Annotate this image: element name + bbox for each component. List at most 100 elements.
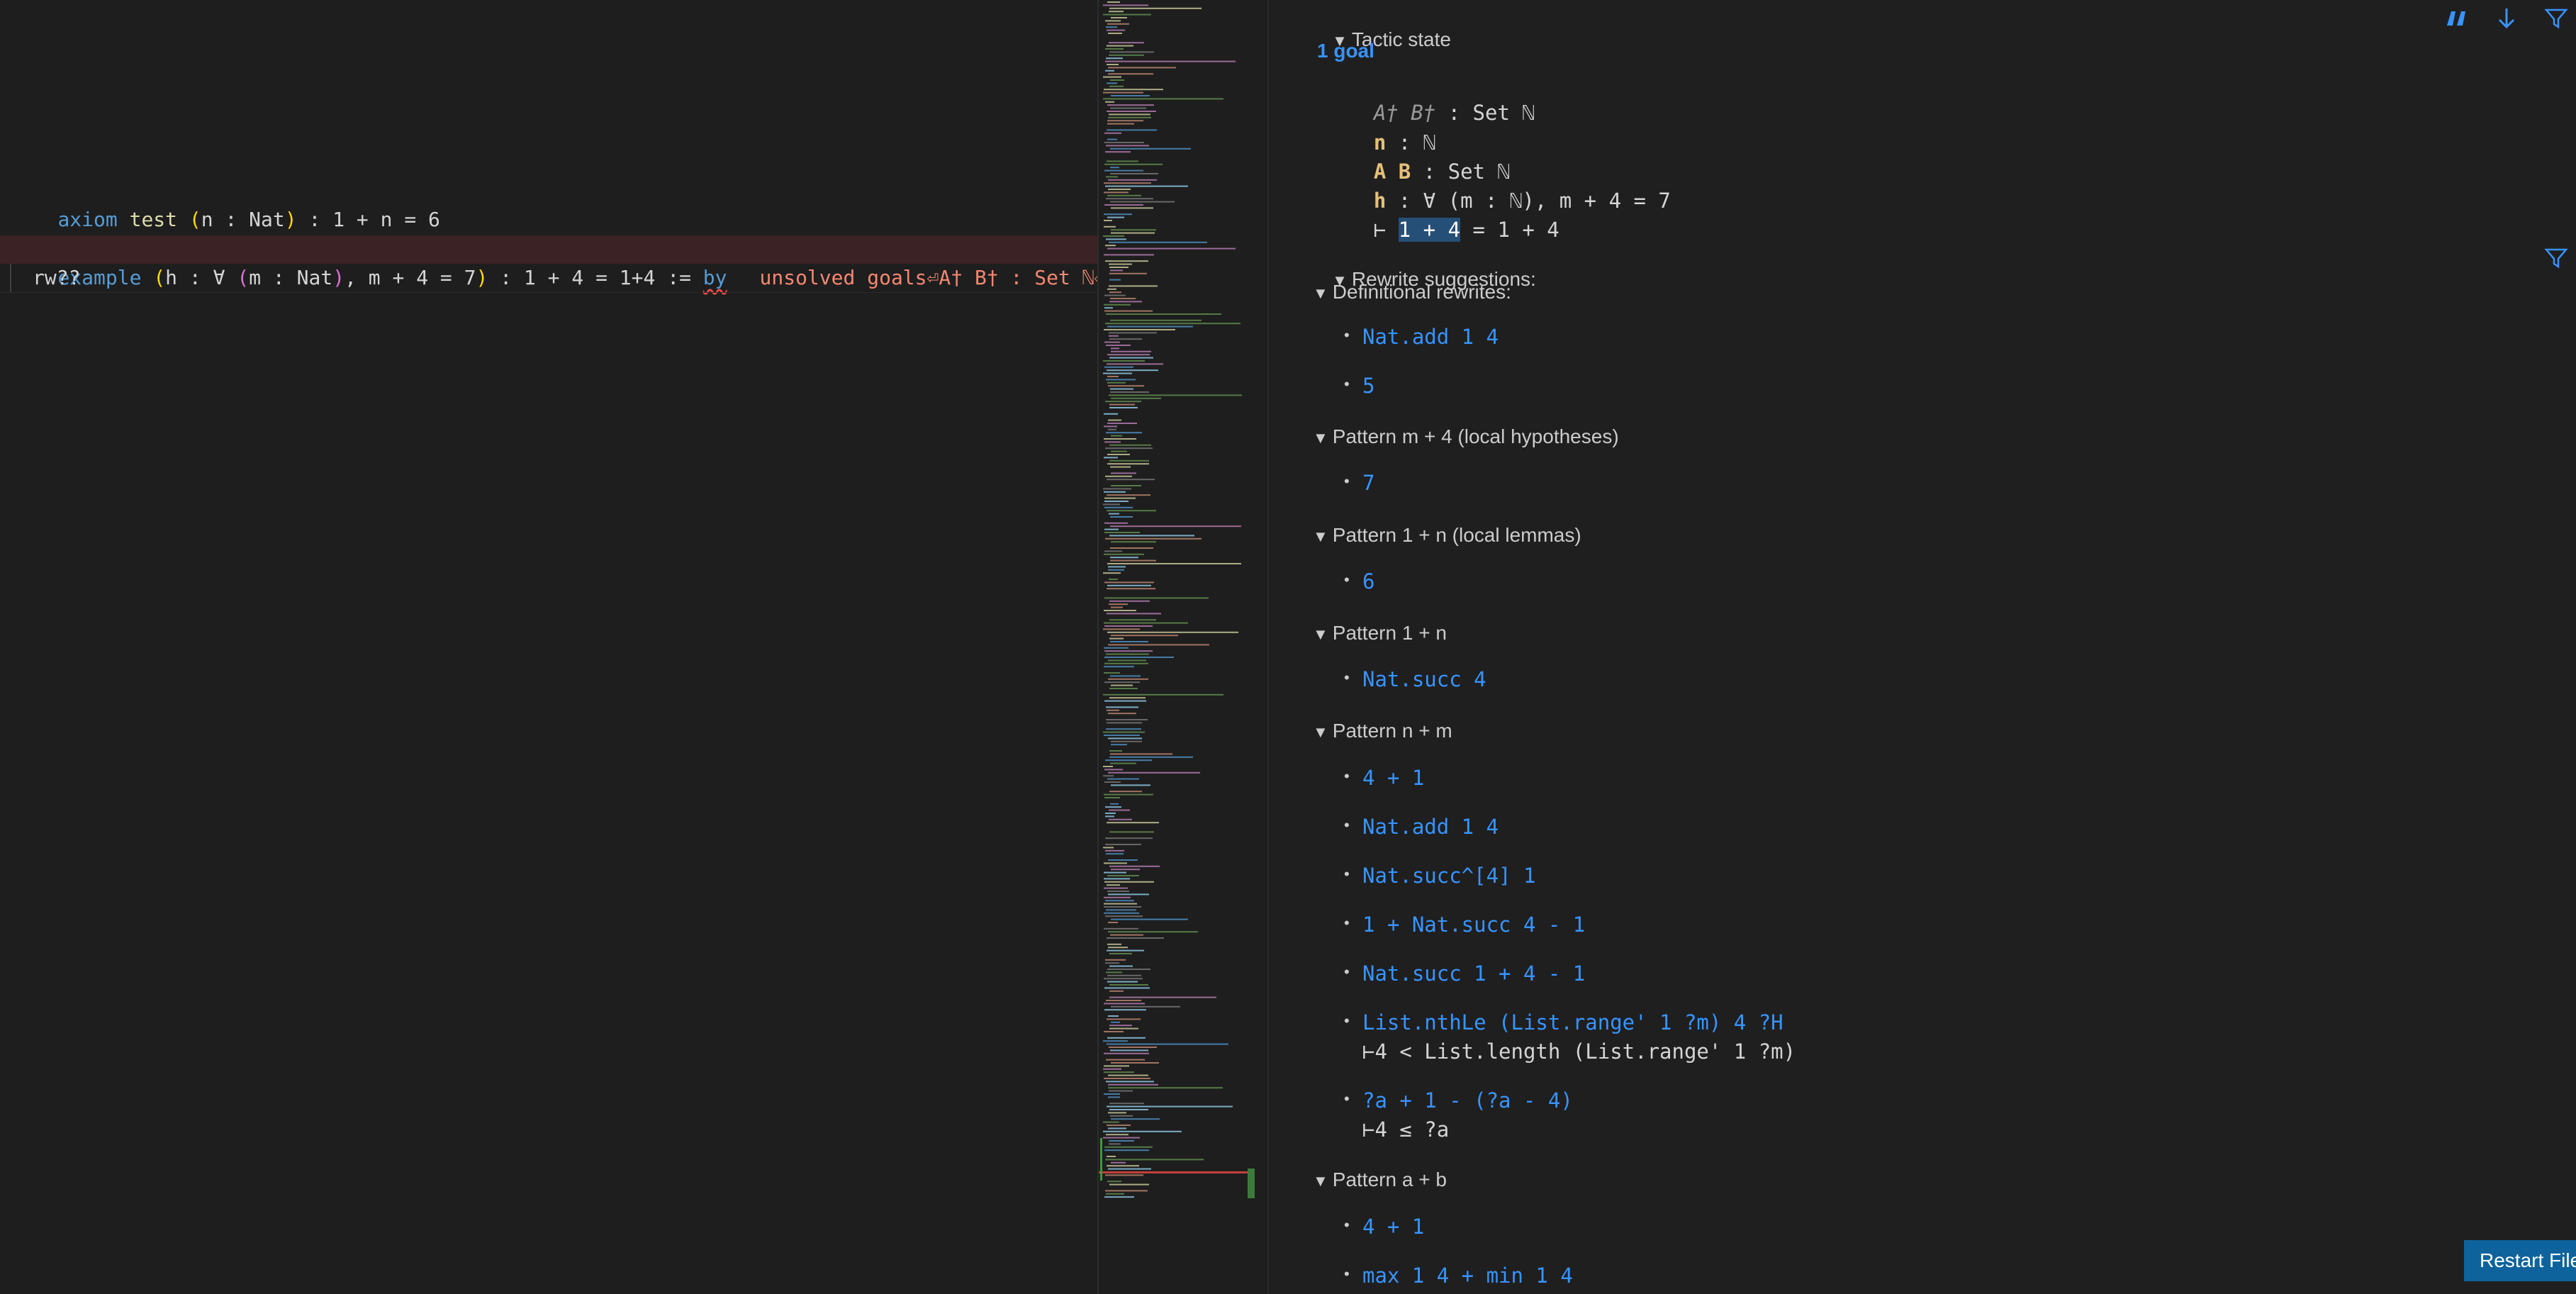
rewrite-suggestion[interactable]: 7 xyxy=(1362,471,1374,495)
minimap-line xyxy=(1105,962,1119,964)
rewrite-suggestion[interactable]: max 1 4 + min 1 4 xyxy=(1362,1264,1573,1288)
rewrite-suggestion[interactable]: Nat.succ 1 + 4 - 1 xyxy=(1362,961,1585,986)
minimap-line xyxy=(1107,1165,1139,1167)
minimap-line xyxy=(1106,313,1221,315)
minimap-line xyxy=(1104,650,1153,652)
minimap-line xyxy=(1104,506,1133,508)
minimap-line xyxy=(1111,1062,1159,1064)
code-line-rw[interactable]: rw?? xyxy=(33,264,80,292)
minimap-line xyxy=(1109,11,1124,13)
minimap-line xyxy=(1104,666,1134,668)
rewrite-suggestion[interactable]: 6 xyxy=(1362,569,1374,593)
minimap-line xyxy=(1104,204,1143,206)
minimap-line xyxy=(1107,884,1120,886)
minimap-line xyxy=(1109,1140,1134,1142)
suggestion-group-header[interactable]: ▼ Pattern 1 + n (local lemmas) xyxy=(1313,524,1581,547)
minimap-line xyxy=(1104,225,1116,228)
minimap-line xyxy=(1108,922,1118,923)
minimap-line xyxy=(1103,1137,1140,1139)
minimap-line xyxy=(1109,1047,1157,1048)
minimap-line xyxy=(1110,107,1146,109)
minimap-line xyxy=(1109,1143,1121,1145)
minimap-line xyxy=(1109,535,1194,537)
minimap-line xyxy=(1104,220,1112,221)
minimap-line xyxy=(1104,528,1119,530)
quote-icon[interactable] xyxy=(2443,4,2471,36)
minimap-line xyxy=(1107,949,1144,952)
suggestion-group-header[interactable]: ▼ Pattern n + m xyxy=(1313,720,1452,742)
minimap-line xyxy=(1108,678,1148,680)
minimap-line xyxy=(1110,79,1124,81)
minimap-line xyxy=(1111,397,1161,399)
suggestion-group-header[interactable]: ▼ Definitional rewrites: xyxy=(1313,281,1511,303)
minimap-line xyxy=(1109,603,1128,606)
minimap-line xyxy=(1108,771,1200,774)
arrow-down-icon[interactable] xyxy=(2492,4,2521,36)
bullet-icon: • xyxy=(1344,865,1350,883)
minimap-line xyxy=(1109,301,1142,303)
minimap-line xyxy=(1109,394,1242,396)
minimap-line xyxy=(1108,1015,1119,1017)
collapse-triangle-icon: ▼ xyxy=(1313,528,1328,545)
selected-subterm[interactable]: 1 + 4 xyxy=(1398,218,1461,242)
minimap-line xyxy=(1106,1081,1154,1083)
code-line-axiom[interactable]: axiom test (n : Nat) : 1 + n = 6 xyxy=(10,177,439,231)
minimap[interactable] xyxy=(1097,0,1269,1294)
rewrite-suggestion[interactable]: ?a + 1 - (?a - 4) xyxy=(1362,1088,1573,1112)
rewrite-suggestion[interactable]: Nat.add 1 4 xyxy=(1362,815,1499,839)
filter-icon[interactable] xyxy=(2542,4,2570,36)
bullet-icon: • xyxy=(1344,669,1350,686)
minimap-line xyxy=(1109,750,1122,752)
minimap-line xyxy=(1107,45,1133,47)
minimap-line xyxy=(1111,472,1136,474)
rewrite-suggestion[interactable]: 4 + 1 xyxy=(1362,1215,1424,1239)
by-keyword[interactable]: by xyxy=(703,266,727,289)
suggestion-group-header[interactable]: ▼ Pattern a + b xyxy=(1313,1168,1447,1191)
rewrite-suggestion[interactable]: Nat.add 1 4 xyxy=(1362,325,1499,349)
minimap-line xyxy=(1103,775,1114,777)
suggestion-group-header[interactable]: ▼ Pattern m + 4 (local hypotheses) xyxy=(1313,425,1619,448)
rewrite-suggestion[interactable]: Nat.succ 4 xyxy=(1362,667,1486,691)
minimap-line xyxy=(1109,984,1148,986)
minimap-canvas xyxy=(1099,1,1255,1198)
minimap-line xyxy=(1108,1087,1223,1089)
minimap-line xyxy=(1109,637,1124,640)
minimap-line xyxy=(1111,541,1156,543)
minimap-line xyxy=(1104,329,1175,330)
minimap-line xyxy=(1110,559,1156,562)
code-editor[interactable]: axiom test (n : Nat) : 1 + n = 6 example… xyxy=(0,0,1097,1294)
suggestion-group-header[interactable]: ▼ Pattern 1 + n xyxy=(1313,622,1447,645)
minimap-line xyxy=(1110,516,1133,518)
minimap-line xyxy=(1104,550,1122,552)
side-goal: ⊢4 ≤ ?a xyxy=(1362,1117,1450,1142)
bullet-icon: • xyxy=(1344,767,1350,785)
rewrite-suggestion[interactable]: 5 xyxy=(1362,374,1374,398)
minimap-line xyxy=(1107,363,1163,365)
rewrite-suggestion[interactable]: 4 + 1 xyxy=(1362,766,1424,790)
restart-file-button[interactable]: Restart File xyxy=(2464,1240,2576,1281)
minimap-line xyxy=(1104,647,1129,649)
minimap-line xyxy=(1111,606,1123,608)
minimap-line xyxy=(1107,82,1117,84)
rewrite-suggestion[interactable]: Nat.succ^[4] 1 xyxy=(1362,864,1535,888)
minimap-line xyxy=(1108,67,1176,69)
minimap-line xyxy=(1111,684,1133,686)
minimap-line xyxy=(1105,475,1132,477)
minimap-line xyxy=(1104,681,1140,684)
rewrite-suggestion[interactable]: List.nthLe (List.range' 1 ?m) 4 ?H xyxy=(1362,1010,1783,1034)
minimap-line xyxy=(1107,709,1119,711)
minimap-line xyxy=(1104,1093,1120,1095)
minimap-line xyxy=(1106,57,1123,60)
code-line-example[interactable]: example (h : ∀ (m : Nat), m + 4 = 7) : 1… xyxy=(0,235,1097,289)
minimap-line xyxy=(1103,76,1121,78)
minimap-line xyxy=(1104,341,1120,343)
minimap-line xyxy=(1106,1000,1141,1001)
rewrite-suggestion[interactable]: 1 + Nat.succ 4 - 1 xyxy=(1362,913,1585,937)
minimap-line xyxy=(1103,91,1143,94)
minimap-line xyxy=(1104,927,1138,930)
minimap-line xyxy=(1109,444,1151,446)
filter-icon[interactable] xyxy=(2542,244,2570,276)
minimap-line xyxy=(1104,769,1123,771)
minimap-line xyxy=(1107,194,1141,196)
minimap-line xyxy=(1111,1021,1120,1023)
